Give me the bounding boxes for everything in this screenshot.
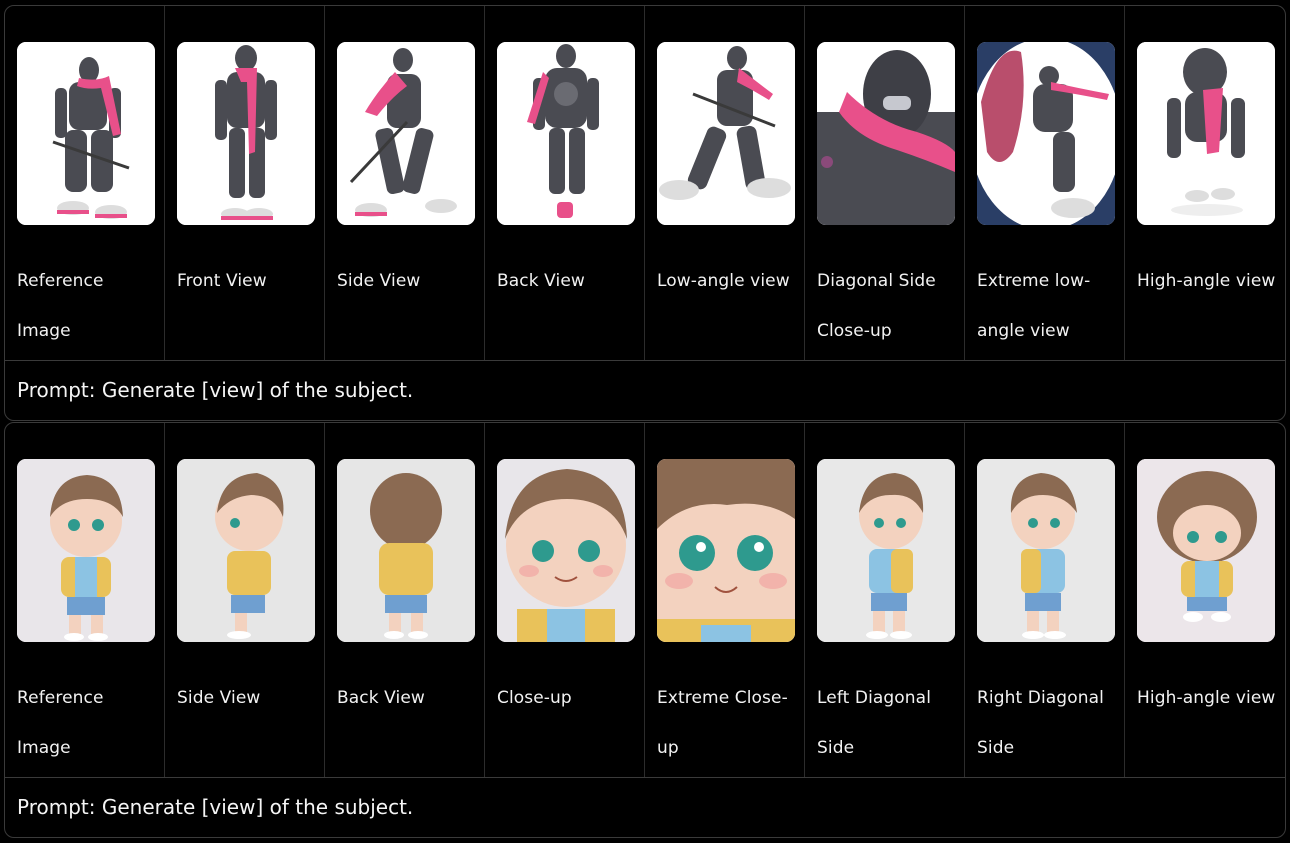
view-label: Extreme Close-up (657, 688, 788, 758)
view-cell: Front View (165, 6, 325, 360)
chibi-boy-right-diagonal-image (977, 459, 1115, 642)
view-cell: Side View (165, 423, 325, 777)
view-cell: Left Diagonal Side (805, 423, 965, 777)
view-label: Side View (177, 688, 261, 708)
view-label: Extreme low-angle view (977, 271, 1091, 341)
view-cell: Back View (325, 423, 485, 777)
chibi-boy-closeup-image (497, 459, 635, 642)
robot-figure-low-angle-image (657, 42, 795, 225)
view-label: Reference Image (17, 271, 104, 341)
view-cell: Side View (325, 6, 485, 360)
robot-figure-high-angle-image (1137, 42, 1275, 225)
chibi-boy-extreme-closeup-image (657, 459, 795, 642)
view-label: Right Diagonal Side (977, 688, 1104, 758)
view-cell: High-angle view (1125, 423, 1285, 777)
chibi-views-grid: Reference Image Side View Back View Clos… (5, 423, 1285, 778)
chibi-views-panel: Reference Image Side View Back View Clos… (4, 422, 1286, 838)
prompt-text: Prompt: Generate [view] of the subject. (17, 795, 414, 819)
view-cell: Close-up (485, 423, 645, 777)
view-label: Left Diagonal Side (817, 688, 932, 758)
view-label: High-angle view (1137, 271, 1276, 291)
robot-figure-reference-image (17, 42, 155, 225)
view-cell: Reference Image (5, 6, 165, 360)
view-cell: Right Diagonal Side (965, 423, 1125, 777)
view-label: Low-angle view (657, 271, 790, 291)
robot-figure-extreme-low-angle-image (977, 42, 1115, 225)
view-cell: Low-angle view (645, 6, 805, 360)
robot-figure-front-image (177, 42, 315, 225)
view-cell: High-angle view (1125, 6, 1285, 360)
prompt-text: Prompt: Generate [view] of the subject. (17, 378, 414, 402)
chibi-boy-side-image (177, 459, 315, 642)
view-label: High-angle view (1137, 688, 1276, 708)
view-label: Front View (177, 271, 267, 291)
view-cell: Back View (485, 6, 645, 360)
chibi-boy-back-image (337, 459, 475, 642)
view-cell: Diagonal Side Close-up (805, 6, 965, 360)
chibi-boy-high-angle-image (1137, 459, 1275, 642)
view-label: Reference Image (17, 688, 104, 758)
view-label: Back View (337, 688, 425, 708)
chibi-boy-left-diagonal-image (817, 459, 955, 642)
view-label: Side View (337, 271, 421, 291)
view-cell: Extreme Close-up (645, 423, 805, 777)
robot-views-grid: Reference Image Front View Side View Bac… (5, 6, 1285, 361)
robot-figure-back-image (497, 42, 635, 225)
chibi-boy-reference-image (17, 459, 155, 642)
view-cell: Extreme low-angle view (965, 6, 1125, 360)
robot-figure-side-image (337, 42, 475, 225)
view-label: Back View (497, 271, 585, 291)
robot-views-panel: Reference Image Front View Side View Bac… (4, 5, 1286, 421)
view-label: Diagonal Side Close-up (817, 271, 936, 341)
robot-figure-diagonal-closeup-image (817, 42, 955, 225)
view-label: Close-up (497, 688, 572, 708)
view-cell: Reference Image (5, 423, 165, 777)
